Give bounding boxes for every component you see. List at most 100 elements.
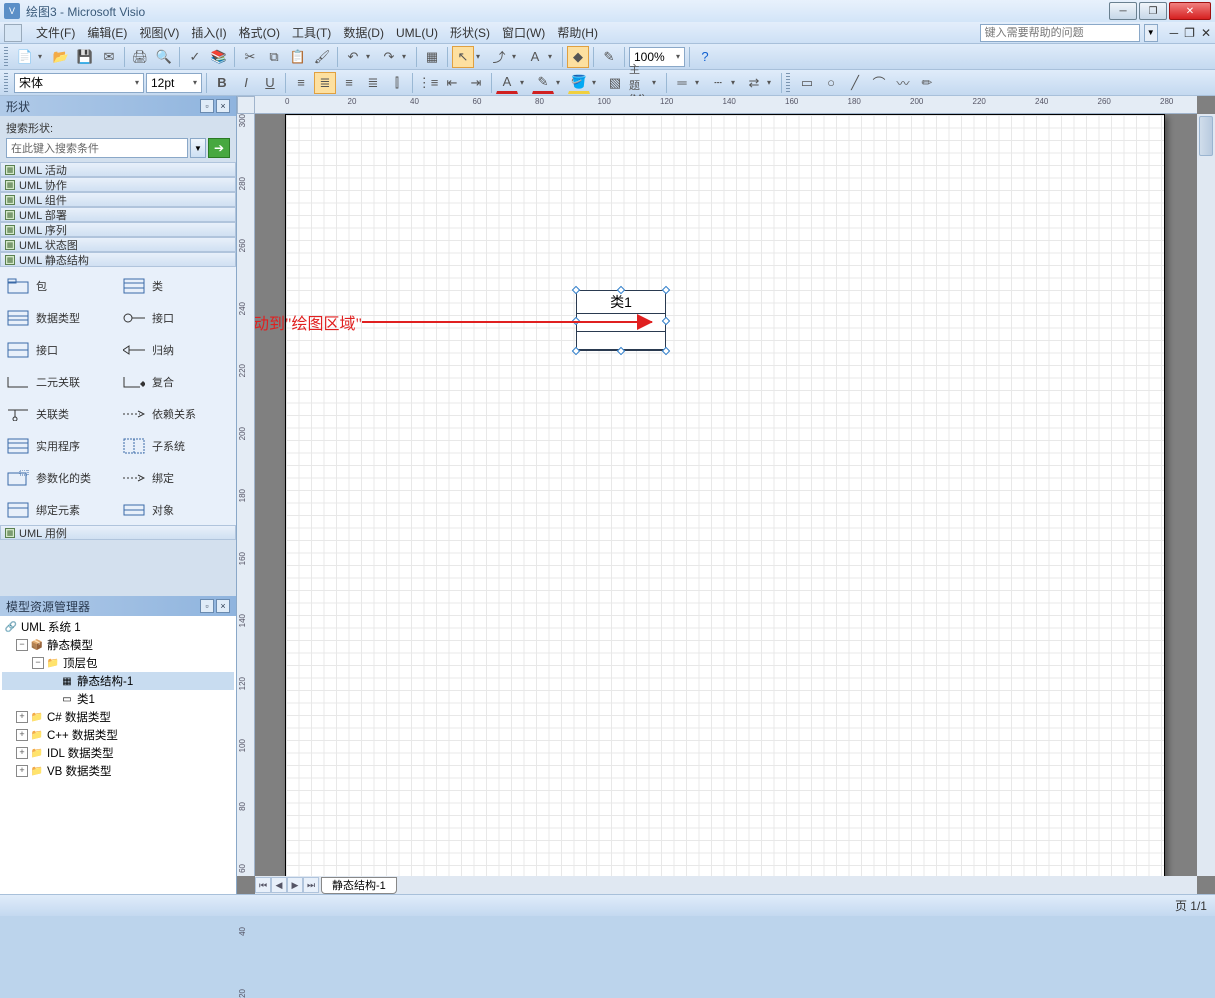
shape-composition[interactable]: 复合 xyxy=(120,367,232,397)
shape-subsystem[interactable]: 子系统 xyxy=(120,431,232,461)
menu-file[interactable]: 文件(F) xyxy=(30,22,81,43)
shape-dependency[interactable]: 依赖关系 xyxy=(120,399,232,429)
connection-point-button[interactable]: ◆ xyxy=(567,46,589,68)
tree-class1[interactable]: ▭类1 xyxy=(2,690,234,708)
connector-dropdown[interactable]: ▾ xyxy=(512,52,522,61)
menu-window[interactable]: 窗口(W) xyxy=(496,22,551,43)
pointer-tool-button[interactable]: ↖ xyxy=(452,46,474,68)
align-vertical-button[interactable]: ⫿ xyxy=(386,72,408,94)
underline-button[interactable]: U xyxy=(259,72,281,94)
toolbar-grip[interactable] xyxy=(4,73,8,93)
fill-color-dropdown[interactable]: ▾ xyxy=(592,78,602,87)
line-button[interactable]: ╱ xyxy=(844,72,866,94)
shape-search-input[interactable]: 在此键入搜索条件 xyxy=(6,138,188,158)
menu-insert[interactable]: 插入(I) xyxy=(185,22,232,43)
stencil-header[interactable]: ▦UML 序列 xyxy=(0,222,236,237)
decrease-indent-button[interactable]: ⇤ xyxy=(441,72,463,94)
tree-root[interactable]: 🔗UML 系统 1 xyxy=(2,618,234,636)
ellipse-button[interactable]: ○ xyxy=(820,72,842,94)
tree-static-model[interactable]: −📦静态模型 xyxy=(2,636,234,654)
text-tool-button[interactable]: A xyxy=(524,46,546,68)
stencil-header[interactable]: ▦UML 用例 xyxy=(0,525,236,540)
font-combo[interactable]: 宋体▾ xyxy=(14,73,144,93)
shape-package[interactable]: 包 xyxy=(4,271,116,301)
undo-dropdown[interactable]: ▾ xyxy=(366,52,376,61)
theme-dropdown[interactable]: ▾ xyxy=(652,78,662,87)
panel-close-button[interactable]: × xyxy=(216,99,230,113)
shape-object[interactable]: 对象 xyxy=(120,495,232,525)
tab-nav-next[interactable]: ▶ xyxy=(287,877,303,893)
doc-restore-button[interactable]: ❐ xyxy=(1184,26,1195,40)
maximize-button[interactable]: ❐ xyxy=(1139,2,1167,20)
stencil-header[interactable]: ▦UML 协作 xyxy=(0,177,236,192)
font-color-dropdown[interactable]: ▾ xyxy=(520,78,530,87)
app-menu-icon[interactable] xyxy=(4,24,22,42)
tree-vb[interactable]: +📁VB 数据类型 xyxy=(2,762,234,780)
line-pattern-button[interactable]: ┄ xyxy=(707,72,729,94)
menu-help[interactable]: 帮助(H) xyxy=(551,22,604,43)
align-justify-button[interactable]: ≣ xyxy=(362,72,384,94)
new-button[interactable]: 📄 xyxy=(14,46,36,68)
panel-dock-button[interactable]: ▫ xyxy=(200,99,214,113)
align-center-button[interactable]: ≣ xyxy=(314,72,336,94)
fontsize-combo[interactable]: 12pt▾ xyxy=(146,73,202,93)
print-preview-button[interactable]: 🔍 xyxy=(153,46,175,68)
tree-cpp[interactable]: +📁C++ 数据类型 xyxy=(2,726,234,744)
doc-close-button[interactable]: ✕ xyxy=(1201,26,1211,40)
horizontal-scrollbar[interactable] xyxy=(557,877,1197,893)
tab-nav-last[interactable]: ⏭ xyxy=(303,877,319,893)
align-left-button[interactable]: ≡ xyxy=(290,72,312,94)
rectangle-button[interactable]: ▭ xyxy=(796,72,818,94)
page-tab[interactable]: 静态结构-1 xyxy=(321,877,397,894)
arc-button[interactable]: ⌒ xyxy=(868,72,890,94)
menu-uml[interactable]: UML(U) xyxy=(390,24,444,42)
panel-close-button[interactable]: × xyxy=(216,599,230,613)
stencil-header[interactable]: ▦UML 活动 xyxy=(0,162,236,177)
spelling-button[interactable]: ✓ xyxy=(184,46,206,68)
cut-button[interactable]: ✂ xyxy=(239,46,261,68)
shape-binary-association[interactable]: 二元关联 xyxy=(4,367,116,397)
pencil-button[interactable]: ✏ xyxy=(916,72,938,94)
shape-interface-lollipop[interactable]: 接口 xyxy=(120,303,232,333)
toolbar-grip[interactable] xyxy=(4,47,8,67)
stencil-header[interactable]: ▦UML 部署 xyxy=(0,207,236,222)
shape-association-class[interactable]: 关联类 xyxy=(4,399,116,429)
bullets-button[interactable]: ⋮≡ xyxy=(417,72,439,94)
shape-utility[interactable]: 实用程序 xyxy=(4,431,116,461)
increase-indent-button[interactable]: ⇥ xyxy=(465,72,487,94)
redo-button[interactable]: ↷ xyxy=(378,46,400,68)
stencil-header[interactable]: ▦UML 静态结构 xyxy=(0,252,236,267)
search-go-button[interactable]: ➔ xyxy=(208,138,230,158)
drawing-page[interactable]: 类1 xyxy=(285,114,1165,876)
paste-button[interactable]: 📋 xyxy=(287,46,309,68)
tab-nav-first[interactable]: ⏮ xyxy=(255,877,271,893)
shape-interface[interactable]: 接口 xyxy=(4,335,116,365)
print-button[interactable]: 🖨 xyxy=(129,46,151,68)
help-dropdown[interactable]: ▼ xyxy=(1144,24,1158,42)
menu-tools[interactable]: 工具(T) xyxy=(286,22,337,43)
menu-shape[interactable]: 形状(S) xyxy=(444,22,496,43)
open-button[interactable]: 📂 xyxy=(50,46,72,68)
save-button[interactable]: 💾 xyxy=(74,46,96,68)
align-right-button[interactable]: ≡ xyxy=(338,72,360,94)
tree-static-structure[interactable]: ▦静态结构-1 xyxy=(2,672,234,690)
shape-class[interactable]: 类 xyxy=(120,271,232,301)
tree-csharp[interactable]: +📁C# 数据类型 xyxy=(2,708,234,726)
panel-dock-button[interactable]: ▫ xyxy=(200,599,214,613)
shape-datatype[interactable]: 数据类型 xyxy=(4,303,116,333)
new-dropdown[interactable]: ▾ xyxy=(38,52,48,61)
shape-bound-element[interactable]: 绑定元素 xyxy=(4,495,116,525)
canvas-viewport[interactable]: 类1 将它拖动到"绘图区域" xyxy=(255,114,1197,876)
fill-color-button[interactable]: 🪣 xyxy=(568,72,590,94)
doc-minimize-button[interactable]: ─ xyxy=(1170,26,1179,40)
italic-button[interactable]: I xyxy=(235,72,257,94)
shape-parameterized-class[interactable]: 参数化的类 xyxy=(4,463,116,493)
pointer-dropdown[interactable]: ▾ xyxy=(476,52,486,61)
minimize-button[interactable]: ─ xyxy=(1109,2,1137,20)
copy-button[interactable]: ⧉ xyxy=(263,46,285,68)
font-color-button[interactable]: A xyxy=(496,72,518,94)
toolbar-grip[interactable] xyxy=(786,73,790,93)
tree-top-package[interactable]: −📁顶层包 xyxy=(2,654,234,672)
tree-idl[interactable]: +📁IDL 数据类型 xyxy=(2,744,234,762)
text-dropdown[interactable]: ▾ xyxy=(548,52,558,61)
